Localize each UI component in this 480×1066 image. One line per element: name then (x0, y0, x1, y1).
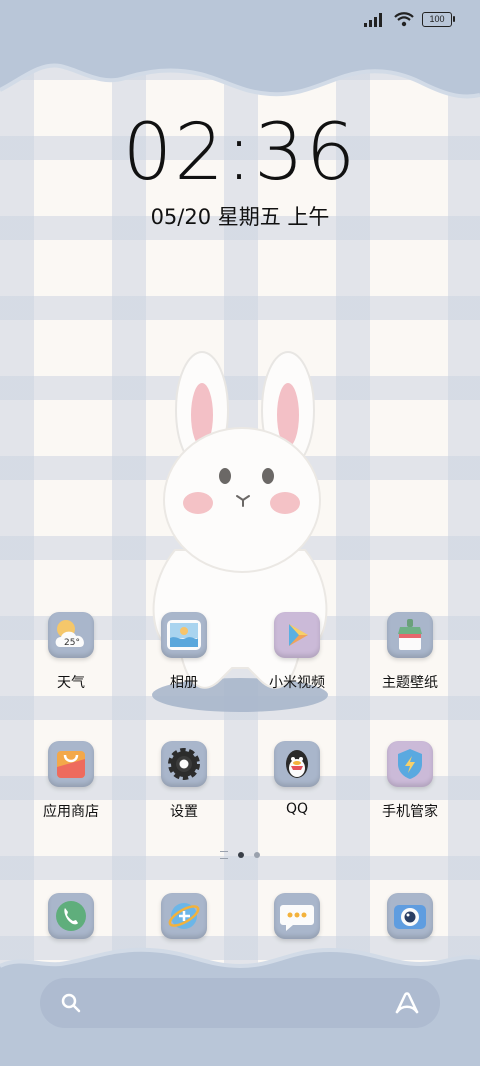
app-store[interactable]: 应用商店 (16, 741, 126, 821)
clock-date: 05/20 星期五 上午 (150, 205, 330, 229)
app-label: 手机管家 (382, 804, 438, 820)
assistant-icon[interactable] (394, 991, 420, 1015)
video-icon (274, 612, 320, 658)
status-bar: 100 (364, 12, 455, 27)
app-weather[interactable]: 25° 天气 (16, 612, 126, 692)
app-label: 应用商店 (43, 804, 99, 820)
app-video[interactable]: 小米视频 (242, 612, 352, 692)
qq-icon (274, 741, 320, 787)
wifi-icon (394, 12, 414, 27)
dock-messages[interactable] (242, 893, 352, 939)
search-icon[interactable] (61, 993, 81, 1013)
themes-icon (387, 612, 433, 658)
app-label: 设置 (170, 804, 198, 820)
app-qq[interactable]: QQ (242, 741, 352, 817)
weather-temp: 25° (64, 638, 80, 648)
phone-icon (48, 893, 94, 939)
app-label: 主题壁纸 (382, 675, 438, 691)
search-bar[interactable] (40, 978, 440, 1028)
app-gallery[interactable]: 相册 (129, 612, 239, 692)
app-label: 相册 (170, 675, 198, 691)
dock-camera[interactable] (355, 893, 465, 939)
signal-icon (364, 12, 382, 27)
page-dot[interactable] (254, 852, 260, 858)
gallery-icon (161, 612, 207, 658)
app-security[interactable]: 手机管家 (355, 741, 465, 821)
app-settings[interactable]: 设置 (129, 741, 239, 821)
battery-indicator: 100 (422, 12, 455, 27)
settings-icon (161, 741, 207, 787)
app-label: 小米视频 (269, 675, 325, 691)
app-label: 天气 (57, 675, 85, 691)
dock-phone[interactable] (16, 893, 126, 939)
overview-indicator[interactable] (220, 851, 228, 859)
camera-icon (387, 893, 433, 939)
app-store-icon (48, 741, 94, 787)
clock-time: 02:36 (122, 108, 358, 198)
app-themes[interactable]: 主题壁纸 (355, 612, 465, 692)
browser-icon (161, 893, 207, 939)
page-dot-active[interactable] (238, 852, 244, 858)
security-icon (387, 741, 433, 787)
weather-icon: 25° (48, 612, 94, 658)
app-label: QQ (285, 801, 309, 817)
page-indicator[interactable] (0, 851, 480, 859)
dock-browser[interactable] (129, 893, 239, 939)
messages-icon (274, 893, 320, 939)
